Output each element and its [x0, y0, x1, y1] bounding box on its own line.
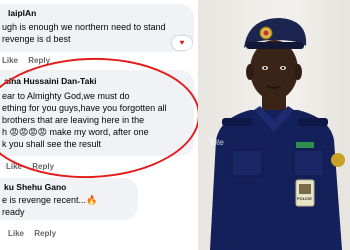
news-composite-image: laiplAn ugh is enough we northern need t… — [0, 0, 350, 250]
right-pupil — [281, 66, 285, 70]
officer-illustration — [210, 18, 345, 250]
comment-bubble: laiplAn ugh is enough we northern need t… — [0, 4, 194, 52]
comment-text-line: brothers that are leaving here in the — [2, 115, 145, 125]
comment-text-line: revenge is d best — [2, 34, 71, 44]
reply-link[interactable]: Reply — [32, 162, 54, 171]
comment-thread: laiplAn ugh is enough we northern need t… — [0, 0, 198, 250]
beret-badge-center — [263, 30, 269, 36]
left-pocket — [231, 149, 263, 177]
comment-author[interactable]: ku Shehu Gano — [4, 182, 66, 192]
reply-link[interactable]: Reply — [28, 56, 50, 65]
comment-actions: Like Reply — [2, 56, 58, 65]
badge-ribbon — [296, 142, 314, 148]
id-photo — [299, 184, 311, 194]
left-epaulette — [222, 118, 252, 126]
right-pocket — [293, 149, 325, 177]
comment-actions: Like Reply — [8, 229, 64, 238]
comment-text-line: ugh is enough we northern need to stand — [2, 22, 166, 32]
like-link[interactable]: Like — [6, 162, 22, 171]
like-link[interactable]: Like — [8, 229, 24, 238]
right-ear — [294, 64, 302, 80]
reply-link[interactable]: Reply — [34, 229, 56, 238]
comment-text-line: e is revenge recent...🔥 — [2, 195, 98, 205]
comment-text-line: ear to Almighty God,we must do — [2, 91, 130, 101]
comment-author[interactable]: laiplAn — [8, 8, 36, 18]
arm-patch — [331, 153, 345, 167]
comment-text-line: ething for you guys,have you forgotten a… — [2, 103, 167, 113]
officer-portrait: Vite POLICE — [198, 0, 350, 250]
comment-bubble: aina Hussaini Dan-Taki ear to Almighty G… — [0, 70, 194, 156]
comment-text-line: k you shall see the result — [2, 139, 102, 149]
comment-author[interactable]: aina Hussaini Dan-Taki — [4, 76, 96, 86]
badge-text: POLICE — [297, 196, 312, 201]
heart-reaction-icon[interactable]: ♥ — [172, 36, 192, 50]
left-ear — [246, 64, 254, 80]
beret-band — [246, 42, 304, 49]
comment-bubble: ku Shehu Gano e is revenge recent...🔥 re… — [0, 178, 138, 220]
uniform-shirt — [210, 110, 342, 250]
right-epaulette — [298, 118, 328, 126]
left-pupil — [263, 66, 267, 70]
photo-watermark: Vite — [210, 138, 224, 147]
comment-text-line: h 😡😡😡😡 make my word, after one — [2, 127, 149, 137]
comment-text-line: ready — [2, 207, 25, 217]
like-link[interactable]: Like — [2, 56, 18, 65]
comment-actions: Like Reply — [6, 162, 62, 171]
